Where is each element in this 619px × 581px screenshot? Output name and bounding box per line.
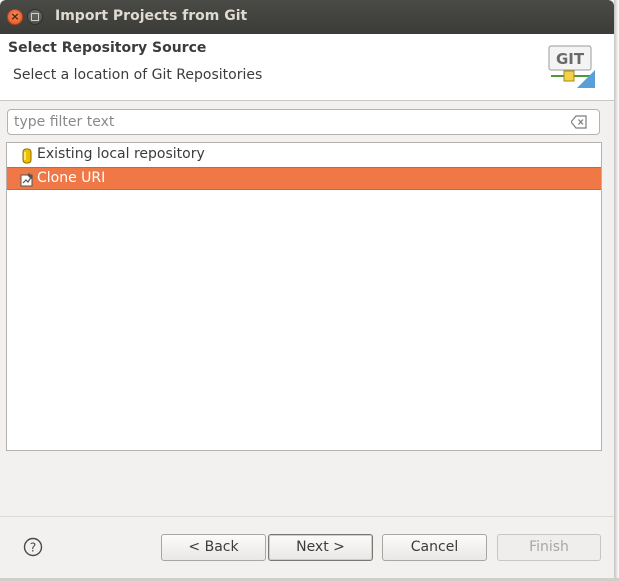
window-shadow-right [614,0,619,581]
svg-text:?: ? [30,541,36,555]
footer-divider [0,516,614,517]
page-title: Select Repository Source [8,40,207,56]
title-bar: × Import Projects from Git [0,0,614,34]
repository-source-list[interactable]: Existing local repository Clone URI [6,142,602,451]
git-logo-text: GIT [556,50,585,68]
filter-input[interactable] [14,112,559,132]
list-item-existing-local-repository[interactable]: Existing local repository [7,144,601,167]
window-title: Import Projects from Git [55,8,248,24]
list-item-label: Clone URI [37,170,106,186]
wizard-header: Select Repository Source Select a locati… [0,34,614,101]
filter-field[interactable] [7,109,600,135]
cancel-button[interactable]: Cancel [382,534,487,561]
maximize-icon [31,13,39,21]
back-button[interactable]: < Back [161,534,266,561]
close-button[interactable]: × [7,9,23,25]
maximize-button[interactable] [27,9,43,25]
help-icon[interactable]: ? [23,537,43,557]
page-description: Select a location of Git Repositories [13,67,263,83]
list-item-label: Existing local repository [37,146,205,162]
clone-uri-icon [20,173,33,187]
close-icon: × [10,10,20,23]
next-button[interactable]: Next > [268,534,373,561]
git-logo-icon: GIT [548,45,595,88]
repository-icon [22,148,32,164]
clear-filter-icon[interactable] [571,115,587,129]
finish-button[interactable]: Finish [497,534,601,561]
list-item-clone-uri[interactable]: Clone URI [7,167,601,190]
